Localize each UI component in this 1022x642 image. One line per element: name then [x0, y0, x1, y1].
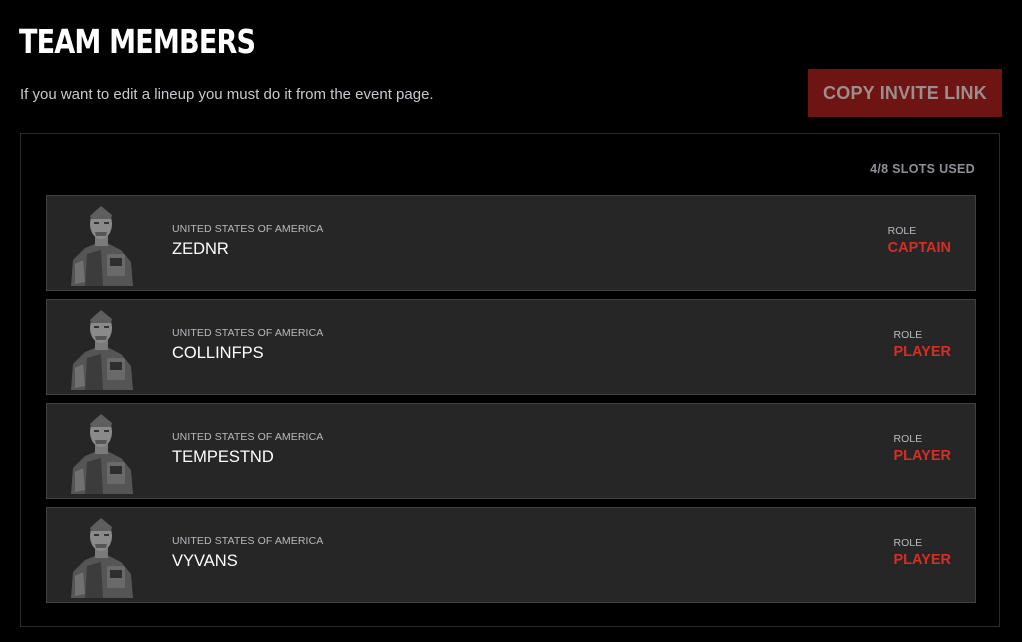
soldier-portrait-icon — [71, 518, 133, 598]
member-country: UNITED STATES OF AMERICA — [172, 431, 324, 443]
member-card[interactable]: UNITED STATES OF AMERICA ZEDNR ROLE CAPT… — [46, 195, 976, 291]
role-label: ROLE — [893, 329, 923, 341]
member-country: UNITED STATES OF AMERICA — [172, 535, 324, 547]
member-role: ROLE PLAYER — [894, 432, 951, 466]
member-role: ROLE PLAYER — [894, 328, 951, 362]
member-country: UNITED STATES OF AMERICA — [172, 223, 324, 235]
member-country: UNITED STATES OF AMERICA — [172, 327, 324, 339]
soldier-portrait-icon — [71, 206, 133, 286]
member-role: ROLE CAPTAIN — [888, 224, 951, 258]
member-card[interactable]: UNITED STATES OF AMERICA VYVANS ROLE PLA… — [46, 507, 976, 603]
member-name: TEMPESTND — [172, 448, 274, 466]
soldier-portrait-icon — [71, 414, 133, 494]
member-role: ROLE PLAYER — [894, 536, 951, 570]
copy-invite-link-button[interactable]: COPY INVITE LINK — [808, 69, 1002, 117]
member-card[interactable]: UNITED STATES OF AMERICA TEMPESTND ROLE … — [46, 403, 976, 499]
role-value: PLAYER — [893, 552, 951, 568]
team-members-panel: 4/8 SLOTS USED UNITED STATES OF AMERICA … — [20, 133, 1000, 627]
role-value: PLAYER — [893, 344, 951, 360]
role-label: ROLE — [893, 537, 923, 549]
member-name: ZEDNR — [172, 240, 229, 258]
page-subtitle: If you want to edit a lineup you must do… — [20, 86, 434, 103]
member-name: COLLINFPS — [172, 344, 264, 362]
role-value: PLAYER — [893, 448, 951, 464]
role-value: CAPTAIN — [887, 240, 951, 256]
member-card[interactable]: UNITED STATES OF AMERICA COLLINFPS ROLE … — [46, 299, 976, 395]
page-title: TEAM MEMBERS — [19, 22, 256, 61]
member-name: VYVANS — [172, 552, 238, 570]
role-label: ROLE — [893, 433, 923, 445]
soldier-portrait-icon — [71, 310, 133, 390]
role-label: ROLE — [887, 225, 917, 237]
slots-used-counter: 4/8 SLOTS USED — [870, 162, 975, 176]
